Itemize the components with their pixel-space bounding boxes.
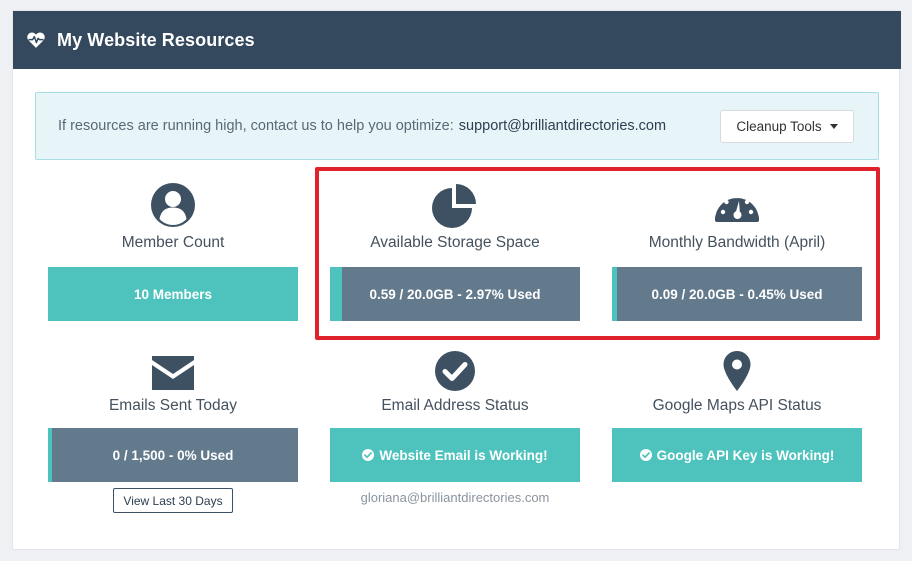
bandwidth-bar: 0.09 / 20.0GB - 0.45% Used bbox=[612, 267, 862, 321]
emails-sent-label: Emails Sent Today bbox=[108, 397, 238, 414]
bandwidth-progress-fill bbox=[612, 267, 617, 321]
check-circle-icon bbox=[362, 449, 375, 461]
email-status-bar: Website Email is Working! bbox=[330, 428, 580, 482]
emails-sent-bar: 0 / 1,500 - 0% Used bbox=[48, 428, 298, 482]
caret-down-icon bbox=[829, 124, 838, 129]
page-title: My Website Resources bbox=[57, 29, 255, 50]
emails-sent-value: 0 / 1,500 - 0% Used bbox=[112, 447, 234, 463]
site-email-address: gloriana@brilliantdirectories.com bbox=[360, 490, 550, 505]
email-status-label: Email Address Status bbox=[381, 397, 529, 414]
alert-message: If resources are running high, contact u… bbox=[58, 118, 454, 134]
check-circle-icon bbox=[431, 347, 479, 395]
storage-bar: 0.59 / 20.0GB - 2.97% Used bbox=[330, 267, 580, 321]
member-count-bar: 10 Members bbox=[48, 267, 298, 321]
storage-label: Available Storage Space bbox=[370, 234, 540, 251]
bandwidth-label: Monthly Bandwidth (April) bbox=[648, 234, 826, 251]
maps-status-bar: Google API Key is Working! bbox=[612, 428, 862, 482]
envelope-icon bbox=[149, 349, 197, 397]
check-circle-icon bbox=[639, 449, 652, 461]
maps-status-label: Google Maps API Status bbox=[652, 397, 822, 414]
pie-chart-icon bbox=[431, 181, 479, 229]
user-icon bbox=[149, 181, 197, 229]
cleanup-tools-dropdown[interactable]: Cleanup Tools bbox=[720, 110, 854, 143]
emails-progress-fill bbox=[48, 428, 52, 482]
view-last-30-days-button[interactable]: View Last 30 Days bbox=[113, 488, 233, 513]
gauge-icon bbox=[713, 181, 761, 229]
panel-header: My Website Resources bbox=[13, 11, 901, 69]
heartbeat-icon bbox=[26, 30, 46, 50]
resources-panel: My Website Resources If resources are ru… bbox=[12, 10, 901, 550]
bandwidth-value: 0.09 / 20.0GB - 0.45% Used bbox=[651, 286, 823, 302]
maps-status-value: Google API Key is Working! bbox=[656, 447, 835, 463]
map-marker-icon bbox=[713, 347, 761, 395]
member-count-label: Member Count bbox=[121, 234, 225, 251]
info-alert: If resources are running high, contact u… bbox=[35, 92, 879, 160]
storage-value: 0.59 / 20.0GB - 2.97% Used bbox=[369, 286, 541, 302]
cleanup-tools-label: Cleanup Tools bbox=[736, 119, 822, 134]
member-count-value: 10 Members bbox=[133, 286, 213, 302]
storage-progress-fill bbox=[330, 267, 342, 321]
support-email[interactable]: support@brilliantdirectories.com bbox=[459, 118, 666, 134]
email-status-value: Website Email is Working! bbox=[379, 447, 548, 463]
